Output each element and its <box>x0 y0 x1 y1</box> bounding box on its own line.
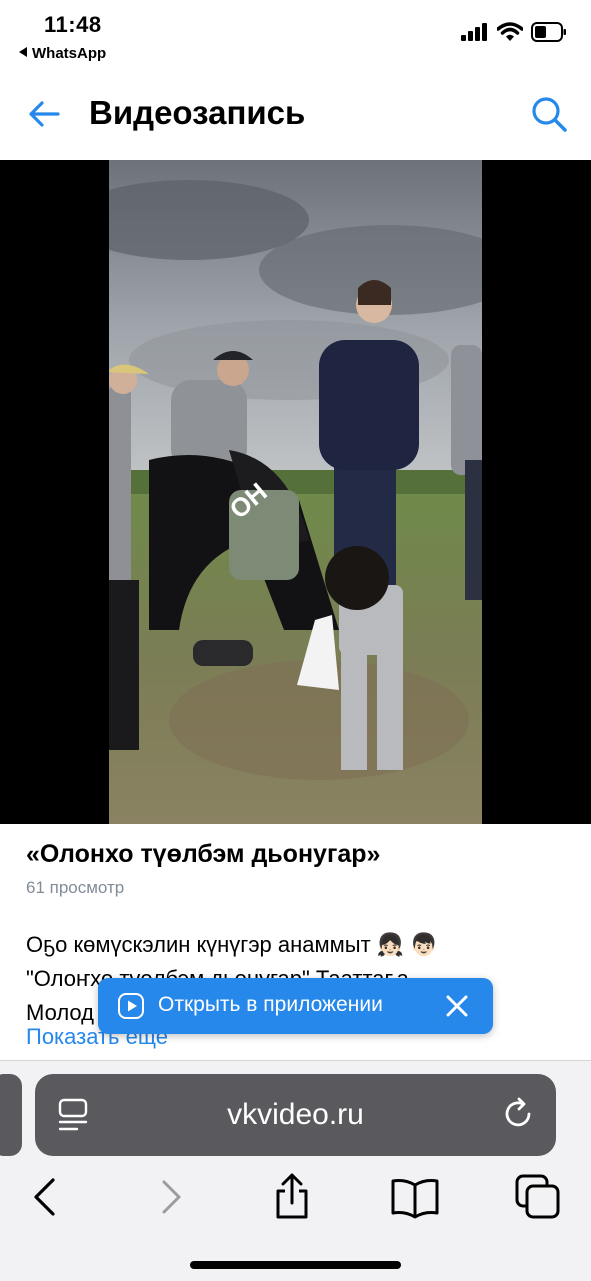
home-indicator[interactable] <box>190 1261 401 1269</box>
back-button[interactable] <box>26 96 62 132</box>
share-button[interactable] <box>268 1173 316 1221</box>
status-icons <box>461 22 567 47</box>
bookmarks-button[interactable] <box>390 1173 439 1221</box>
video-thumbnail: ОН <box>109 160 482 824</box>
browser-bottom-bar: vkvideo.ru <box>0 1060 591 1281</box>
chevron-right-icon <box>162 1180 181 1214</box>
video-views: 61 просмотр <box>26 878 125 897</box>
arrow-left-icon <box>29 101 60 127</box>
search-icon <box>532 97 567 132</box>
back-to-app-link[interactable]: WhatsApp <box>18 45 106 62</box>
chevron-left-icon <box>34 1178 55 1216</box>
previous-tab-peek[interactable] <box>0 1074 22 1156</box>
status-bar: 11:48 WhatsApp <box>0 0 591 70</box>
tabs-icon <box>515 1174 560 1219</box>
video-title: «Олонхо түөлбэм дьонугар» <box>26 840 381 868</box>
battery-icon <box>531 22 567 47</box>
video-frame[interactable]: ОН <box>109 160 482 824</box>
browser-forward-button[interactable] <box>148 1173 196 1221</box>
open-in-app-banner[interactable]: Открыть в приложении <box>98 978 493 1034</box>
vk-video-app-icon <box>118 993 144 1019</box>
search-button[interactable] <box>529 94 569 134</box>
description-line: Оҕо көмүскэлин күнүгэр анаммыт 👧🏻 👦🏻 <box>26 932 438 957</box>
url-text: vkvideo.ru <box>227 1098 364 1131</box>
page-header: Видеозапись <box>0 70 591 161</box>
wifi-icon <box>496 22 524 47</box>
back-triangle-icon <box>18 45 28 62</box>
book-icon <box>391 1179 439 1219</box>
address-bar[interactable]: vkvideo.ru <box>35 1074 556 1156</box>
signal-icon <box>461 23 489 46</box>
browser-back-button[interactable] <box>21 1173 69 1221</box>
page-title: Видеозапись <box>89 94 306 131</box>
reload-icon[interactable] <box>500 1096 536 1132</box>
video-player[interactable]: ОН <box>0 160 591 824</box>
share-icon <box>276 1173 308 1219</box>
back-app-label: WhatsApp <box>32 45 107 62</box>
status-time: 11:48 <box>44 12 102 37</box>
open-in-app-label: Открыть в приложении <box>158 993 383 1016</box>
tabs-button[interactable] <box>514 1173 562 1221</box>
close-icon[interactable] <box>445 994 469 1018</box>
